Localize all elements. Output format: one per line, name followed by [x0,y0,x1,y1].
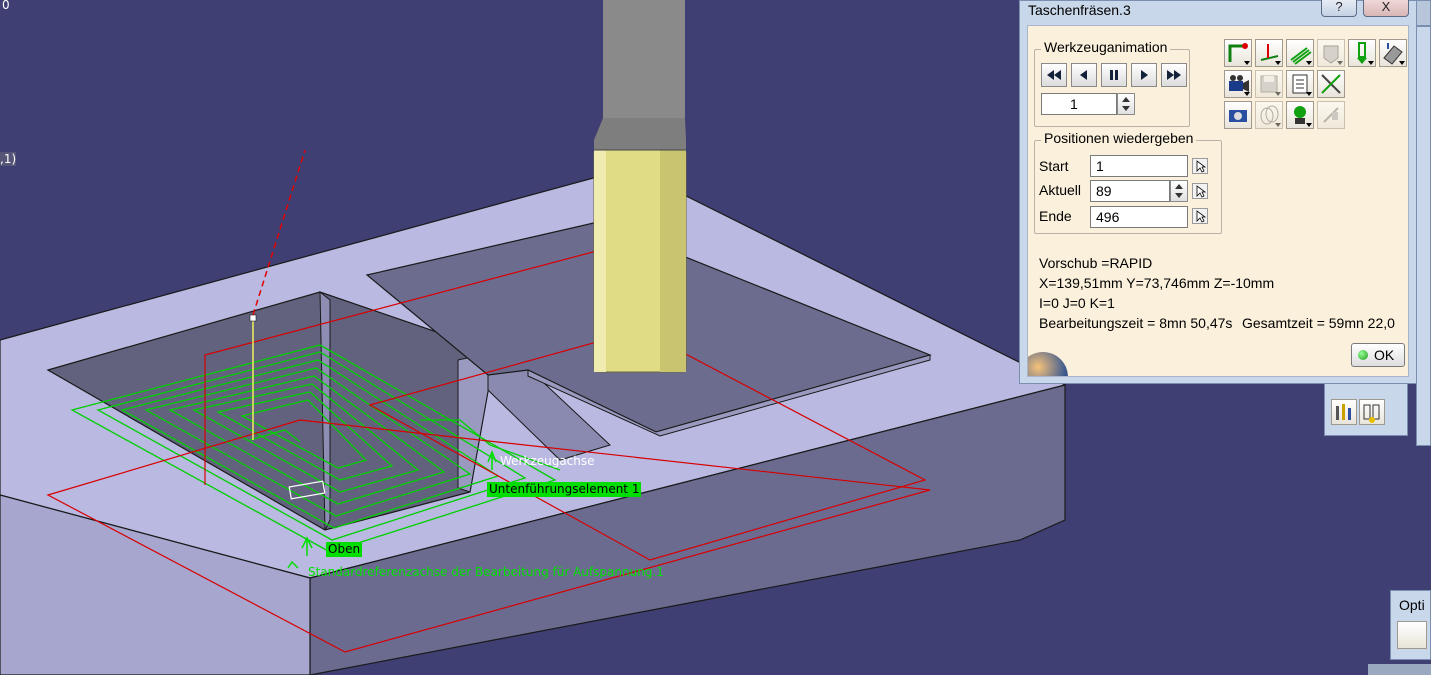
current-pick-button[interactable] [1192,183,1208,199]
options-panel: Opti [1390,590,1431,660]
tool-display-button[interactable] [1286,39,1314,67]
video-button[interactable] [1224,70,1252,98]
toolpath-display-button[interactable] [1224,39,1252,67]
photo-button[interactable] [1224,101,1252,129]
dialog-title: Taschenfräsen.3 [1028,2,1131,18]
bottom-right-strip [1368,664,1431,675]
spin-arrows-icon [1122,97,1130,111]
total-time-text: Gesamtzeit = 59mn 22,0 [1242,315,1395,331]
step-back-icon [1080,70,1087,80]
analysis-button[interactable] [1286,101,1314,129]
fast-forward-icon [1167,70,1181,80]
current-label: Aktuell [1039,182,1082,198]
dialog-client: Werkzeuganimation 1 Positionen wiedergeb… [1027,25,1409,377]
label-referenzachse[interactable]: Standardreferenzachse der Bearbeitung fü… [308,565,664,580]
ok-button[interactable]: OK [1351,343,1405,367]
save-button[interactable] [1255,70,1283,98]
cursor-icon [1196,185,1207,198]
pause-button[interactable] [1101,63,1127,87]
photo-icon [1229,110,1247,122]
start-field[interactable]: 1 [1090,155,1188,177]
ok-green-dot-icon [1358,350,1368,360]
rewind-button[interactable] [1041,63,1067,87]
viewport-corner-top: 0 [2,0,10,12]
label-werkzeugachse[interactable]: Werkzeugachse [500,454,595,469]
positions-group: Positionen wiedergeben Start 1 Aktuell 8… [1034,130,1222,234]
step-back-button[interactable] [1071,63,1097,87]
report-button[interactable] [1286,70,1314,98]
help-button[interactable]: ? [1321,0,1357,17]
end-field[interactable]: 496 [1090,206,1188,228]
right-toolbar-strip [1416,26,1431,446]
animation-group-title: Werkzeuganimation [1041,39,1171,55]
tool-3d [593,0,687,373]
machine-button[interactable] [1317,101,1345,129]
rewind-icon [1047,70,1061,80]
feed-text: Vorschub =RAPID [1039,255,1153,271]
fast-forward-button[interactable] [1161,63,1187,87]
start-label: Start [1039,158,1069,174]
spin-arrows-icon [1175,184,1183,198]
positions-group-title: Positionen wiedergeben [1041,130,1197,146]
taschenfraesen-dialog: Taschenfräsen.3 ? X Werkzeuganimation 1 [1019,0,1417,384]
start-pick-button[interactable] [1192,158,1208,174]
end-pick-button[interactable] [1192,208,1208,224]
small-toolbar-panel [1324,382,1408,436]
ijk-text: I=0 J=0 K=1 [1039,295,1115,311]
tool-crossed-icon [1321,74,1341,94]
label-fuehrungselement[interactable]: Untenführungselement 1 [487,482,642,497]
step-field[interactable]: 1 [1041,93,1117,115]
machining-time-text: Bearbeitungszeit = 8mn 50,47s [1039,315,1233,331]
timeline-icon[interactable] [1331,399,1357,425]
eraser-button[interactable] [1379,39,1407,67]
tool-assembly-button[interactable] [1317,39,1345,67]
current-spinner[interactable] [1170,180,1188,202]
xyz-text: X=139,51mm Y=73,746mm Z=-10mm [1039,275,1275,291]
machine-disabled-icon [1323,107,1339,123]
point-display-button[interactable] [1255,39,1283,67]
step-forward-icon [1141,70,1148,80]
simulation-icon[interactable] [1359,399,1385,425]
current-field[interactable]: 89 [1090,180,1170,202]
label-oben[interactable]: Oben [326,542,363,557]
animation-group: Werkzeuganimation 1 [1034,39,1190,127]
step-forward-button[interactable] [1131,63,1157,87]
dialog-titlebar[interactable]: Taschenfräsen.3 ? X [1020,0,1416,23]
tool-crossed-button[interactable] [1317,70,1345,98]
collision-button[interactable] [1255,101,1283,129]
step-spinner[interactable] [1117,93,1135,115]
close-button[interactable]: X [1363,0,1409,17]
holder-button[interactable] [1348,39,1376,67]
options-icon[interactable] [1397,621,1427,649]
cursor-icon [1196,210,1207,223]
pause-icon [1110,70,1118,80]
globe-decoration [1028,344,1076,376]
options-label: Opti [1399,597,1425,613]
ok-label: OK [1374,347,1395,363]
end-label: Ende [1039,208,1072,224]
cursor-icon [1196,160,1207,173]
viewport-corner-left: ,1) [0,152,17,166]
